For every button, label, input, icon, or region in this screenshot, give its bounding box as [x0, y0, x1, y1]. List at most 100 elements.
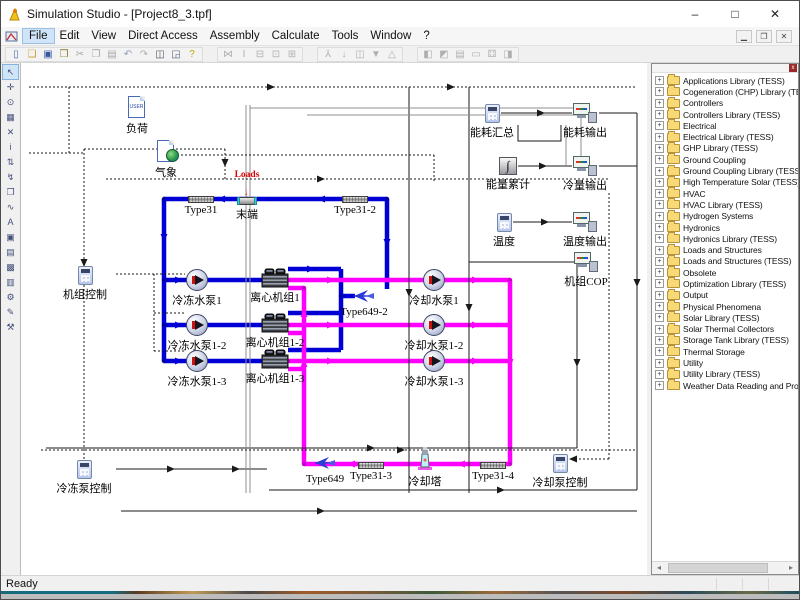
expand-icon[interactable]: + — [655, 347, 664, 356]
menu-help[interactable]: ? — [417, 29, 435, 43]
pan-tool[interactable]: ✛ — [3, 80, 18, 94]
expand-icon[interactable]: + — [655, 336, 664, 345]
expand-icon[interactable]: + — [655, 291, 664, 300]
text-tool[interactable]: A — [3, 215, 18, 229]
layers-tool[interactable]: ▩ — [3, 260, 18, 274]
paste-button[interactable]: ▤ — [106, 48, 118, 61]
new-button[interactable]: ▯ — [10, 48, 22, 61]
cut-button[interactable]: ✂ — [74, 48, 86, 61]
stamp-tool[interactable]: ❐ — [3, 185, 18, 199]
probe-button[interactable]: ▼ — [370, 48, 382, 61]
expand-icon[interactable]: + — [655, 76, 664, 85]
link-tool[interactable]: ⇅ — [3, 155, 18, 169]
expand-icon[interactable]: + — [655, 99, 664, 108]
copy-button[interactable]: ❐ — [90, 48, 102, 61]
child-minimize-button[interactable]: ▁ — [736, 30, 752, 43]
print-preview-button[interactable]: ◲ — [170, 48, 182, 61]
expand-icon[interactable]: + — [655, 370, 664, 379]
library-horizontal-scrollbar[interactable]: ◂ ▸ — [652, 561, 798, 574]
frame-tool[interactable]: ▣ — [3, 230, 18, 244]
plot-tool[interactable]: ▥ — [3, 275, 18, 289]
minimize-button[interactable]: – — [675, 2, 715, 26]
size-button[interactable]: ⊡ — [270, 48, 282, 61]
maximize-button[interactable]: □ — [715, 2, 755, 26]
panel-close-icon[interactable]: x — [789, 64, 797, 72]
plug-tool[interactable]: ↯ — [3, 170, 18, 184]
menu-tools[interactable]: Tools — [326, 29, 365, 43]
expand-icon[interactable]: + — [655, 359, 664, 368]
menu-assembly[interactable]: Assembly — [204, 29, 266, 43]
insert-button[interactable]: ↓ — [338, 48, 350, 61]
expand-icon[interactable]: + — [655, 144, 664, 153]
scroll-thumb[interactable] — [668, 563, 768, 573]
help-button[interactable]: ? — [186, 48, 198, 61]
expand-icon[interactable]: + — [655, 133, 664, 142]
child-close-button[interactable]: ✕ — [776, 30, 792, 43]
panel-button[interactable]: ◫ — [354, 48, 366, 61]
menu-window[interactable]: Window — [364, 29, 417, 43]
grid-tool[interactable]: ▦ — [3, 110, 18, 124]
zoom-tool[interactable]: ⊙ — [3, 95, 18, 109]
cascade-button[interactable]: ◧ — [422, 48, 434, 61]
expand-icon[interactable]: + — [655, 381, 664, 390]
select-tool[interactable]: ↖ — [3, 65, 18, 79]
layout-tool[interactable]: ▤ — [3, 245, 18, 259]
menu-view[interactable]: View — [85, 29, 122, 43]
close-button[interactable]: ✕ — [755, 2, 795, 26]
undo-button[interactable]: ↶ — [122, 48, 134, 61]
scroll-left-icon[interactable]: ◂ — [653, 563, 665, 573]
expand-icon[interactable]: + — [655, 302, 664, 311]
expand-icon[interactable]: + — [655, 268, 664, 277]
open-button[interactable]: ❏ — [26, 48, 38, 61]
node-label: 冷量输出 — [563, 177, 607, 193]
pen-tool[interactable]: ✎ — [3, 305, 18, 319]
library-item[interactable]: +Weather Data Reading and Process — [652, 380, 798, 391]
distribute-button[interactable]: ⊟ — [254, 48, 266, 61]
redo-button[interactable]: ↷ — [138, 48, 150, 61]
expand-icon[interactable]: + — [655, 223, 664, 232]
expand-icon[interactable]: + — [655, 200, 664, 209]
split-button[interactable]: ◨ — [502, 48, 514, 61]
calculator-icon — [553, 454, 568, 473]
expand-icon[interactable]: + — [655, 121, 664, 130]
menu-file[interactable]: File — [23, 29, 54, 43]
diagram-canvas[interactable]: USER负荷气象Type31↓末端Type31-2机组控制冷冻水泵1冷冻水泵1-… — [21, 63, 647, 575]
expand-icon[interactable]: + — [655, 87, 664, 96]
expand-icon[interactable]: + — [655, 279, 664, 288]
curve-button[interactable]: △ — [386, 48, 398, 61]
expand-icon[interactable]: + — [655, 313, 664, 322]
expand-icon[interactable]: + — [655, 246, 664, 255]
expand-icon[interactable]: + — [655, 167, 664, 176]
print-button[interactable]: ◫ — [154, 48, 166, 61]
order-button[interactable]: ⚃ — [486, 48, 498, 61]
expand-icon[interactable]: + — [655, 257, 664, 266]
delete-tool[interactable]: ✕ — [3, 125, 18, 139]
align-horizontal-button[interactable]: ⋈ — [222, 48, 234, 61]
expand-icon[interactable]: + — [655, 212, 664, 221]
menu-direct-access[interactable]: Direct Access — [122, 29, 204, 43]
expand-icon[interactable]: + — [655, 155, 664, 164]
menu-edit[interactable]: Edit — [54, 29, 86, 43]
expand-icon[interactable]: + — [655, 178, 664, 187]
expand-icon[interactable]: + — [655, 110, 664, 119]
scroll-right-icon[interactable]: ▸ — [785, 563, 797, 573]
expand-icon[interactable]: + — [655, 189, 664, 198]
save-all-button[interactable]: ❒ — [58, 48, 70, 61]
arrange-button[interactable]: ▤ — [454, 48, 466, 61]
curve-tool[interactable]: ∿ — [3, 200, 18, 214]
child-restore-button[interactable]: ❐ — [756, 30, 772, 43]
folder-icon — [667, 302, 680, 311]
menu-calculate[interactable]: Calculate — [266, 29, 326, 43]
expand-icon[interactable]: + — [655, 325, 664, 334]
fit-button[interactable]: ▭ — [470, 48, 482, 61]
save-button[interactable]: ▣ — [42, 48, 54, 61]
library-item-label: High Temperature Solar (TESS) — [683, 177, 798, 187]
grid-snap-button[interactable]: ⊞ — [286, 48, 298, 61]
expand-icon[interactable]: + — [655, 234, 664, 243]
hierarchy-button[interactable]: ⅄ — [322, 48, 334, 61]
info-tool[interactable]: i — [3, 140, 18, 154]
align-vertical-button[interactable]: Ι — [238, 48, 250, 61]
settings-tool[interactable]: ⚙ — [3, 290, 18, 304]
tile-button[interactable]: ◩ — [438, 48, 450, 61]
build-tool[interactable]: ⚒ — [3, 320, 18, 334]
